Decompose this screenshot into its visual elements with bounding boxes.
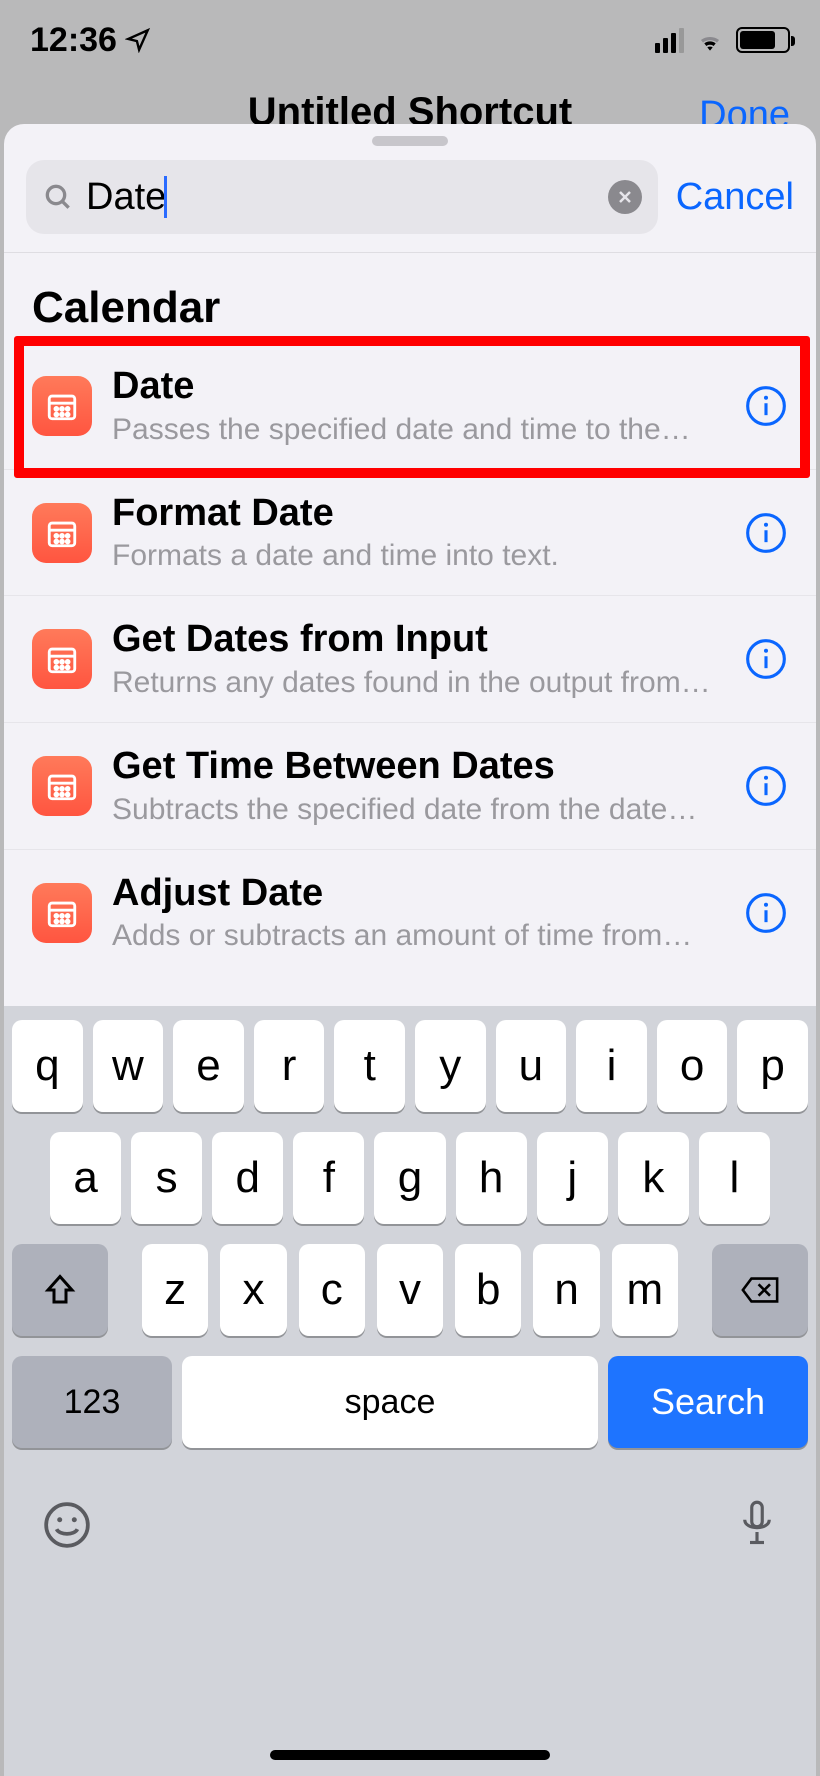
info-icon[interactable] xyxy=(744,637,788,681)
key-j[interactable]: j xyxy=(537,1132,608,1224)
cellular-signal-icon xyxy=(655,28,684,53)
key-p[interactable]: p xyxy=(737,1020,808,1112)
shift-icon xyxy=(42,1272,78,1308)
search-row: Date Cancel xyxy=(4,154,816,253)
key-b[interactable]: b xyxy=(455,1244,521,1336)
dictation-icon[interactable] xyxy=(736,1498,778,1552)
keyboard: q w e r t y u i o p a s d f g h j k l xyxy=(4,1006,816,1776)
status-indicators xyxy=(655,27,790,53)
key-m[interactable]: m xyxy=(612,1244,678,1336)
key-space[interactable]: space xyxy=(182,1356,598,1448)
text-cursor xyxy=(164,176,167,218)
calendar-icon xyxy=(32,376,92,436)
key-c[interactable]: c xyxy=(299,1244,365,1336)
action-title: Adjust Date xyxy=(112,872,724,916)
key-l[interactable]: l xyxy=(699,1132,770,1224)
action-subtitle: Formats a date and time into text. xyxy=(112,539,724,573)
key-backspace[interactable] xyxy=(712,1244,808,1336)
key-search[interactable]: Search xyxy=(608,1356,808,1448)
keyboard-row-2: a s d f g h j k l xyxy=(12,1132,808,1224)
sheet-grabber[interactable] xyxy=(372,136,448,146)
key-t[interactable]: t xyxy=(334,1020,405,1112)
status-time: 12:36 xyxy=(30,21,151,60)
emoji-icon[interactable] xyxy=(42,1500,92,1550)
action-row-adjust-date[interactable]: Adjust Date Adds or subtracts an amount … xyxy=(4,850,816,976)
info-icon[interactable] xyxy=(744,891,788,935)
key-k[interactable]: k xyxy=(618,1132,689,1224)
keyboard-row-1: q w e r t y u i o p xyxy=(12,1020,808,1112)
info-icon[interactable] xyxy=(744,511,788,555)
action-title: Get Time Between Dates xyxy=(112,745,724,789)
action-subtitle: Returns any dates found in the output fr… xyxy=(112,666,724,700)
key-z[interactable]: z xyxy=(142,1244,208,1336)
wifi-icon xyxy=(694,28,726,52)
calendar-icon xyxy=(32,756,92,816)
keyboard-row-3: z x c v b n m xyxy=(12,1244,808,1336)
key-v[interactable]: v xyxy=(377,1244,443,1336)
backspace-icon xyxy=(740,1274,780,1306)
action-title: Date xyxy=(112,365,724,409)
key-x[interactable]: x xyxy=(220,1244,286,1336)
search-value: Date xyxy=(86,176,166,219)
key-q[interactable]: q xyxy=(12,1020,83,1112)
section-heading-calendar: Calendar xyxy=(4,253,816,343)
location-icon xyxy=(125,27,151,53)
results-list: Date Passes the specified date and time … xyxy=(4,343,816,975)
search-icon xyxy=(42,181,74,213)
action-subtitle: Adds or subtracts an amount of time from… xyxy=(112,919,724,953)
cancel-button[interactable]: Cancel xyxy=(676,176,794,219)
keyboard-row-4: 123 space Search xyxy=(12,1356,808,1448)
info-icon[interactable] xyxy=(744,384,788,428)
key-y[interactable]: y xyxy=(415,1020,486,1112)
home-indicator[interactable] xyxy=(270,1750,550,1760)
key-o[interactable]: o xyxy=(657,1020,728,1112)
status-bar: 12:36 xyxy=(0,0,820,80)
key-a[interactable]: a xyxy=(50,1132,121,1224)
key-i[interactable]: i xyxy=(576,1020,647,1112)
action-subtitle: Passes the specified date and time to th… xyxy=(112,413,724,447)
battery-icon xyxy=(736,27,790,53)
action-title: Get Dates from Input xyxy=(112,618,724,662)
clear-search-button[interactable] xyxy=(608,180,642,214)
action-row-date[interactable]: Date Passes the specified date and time … xyxy=(4,343,816,470)
calendar-icon xyxy=(32,629,92,689)
key-numeric[interactable]: 123 xyxy=(12,1356,172,1448)
key-e[interactable]: e xyxy=(173,1020,244,1112)
action-row-get-time-between-dates[interactable]: Get Time Between Dates Subtracts the spe… xyxy=(4,723,816,850)
action-title: Format Date xyxy=(112,492,724,536)
close-icon xyxy=(617,189,633,205)
status-time-label: 12:36 xyxy=(30,21,117,60)
keyboard-bottom-row xyxy=(12,1468,808,1552)
key-shift[interactable] xyxy=(12,1244,108,1336)
key-n[interactable]: n xyxy=(533,1244,599,1336)
action-subtitle: Subtracts the specified date from the da… xyxy=(112,793,724,827)
calendar-icon xyxy=(32,883,92,943)
key-f[interactable]: f xyxy=(293,1132,364,1224)
key-g[interactable]: g xyxy=(374,1132,445,1224)
key-d[interactable]: d xyxy=(212,1132,283,1224)
action-row-get-dates-from-input[interactable]: Get Dates from Input Returns any dates f… xyxy=(4,596,816,723)
search-sheet: Date Cancel Calendar Date Passes the s xyxy=(4,124,816,1776)
key-r[interactable]: r xyxy=(254,1020,325,1112)
action-row-format-date[interactable]: Format Date Formats a date and time into… xyxy=(4,470,816,597)
key-s[interactable]: s xyxy=(131,1132,202,1224)
info-icon[interactable] xyxy=(744,764,788,808)
calendar-icon xyxy=(32,503,92,563)
search-field[interactable]: Date xyxy=(26,160,658,234)
key-h[interactable]: h xyxy=(456,1132,527,1224)
key-w[interactable]: w xyxy=(93,1020,164,1112)
key-u[interactable]: u xyxy=(496,1020,567,1112)
